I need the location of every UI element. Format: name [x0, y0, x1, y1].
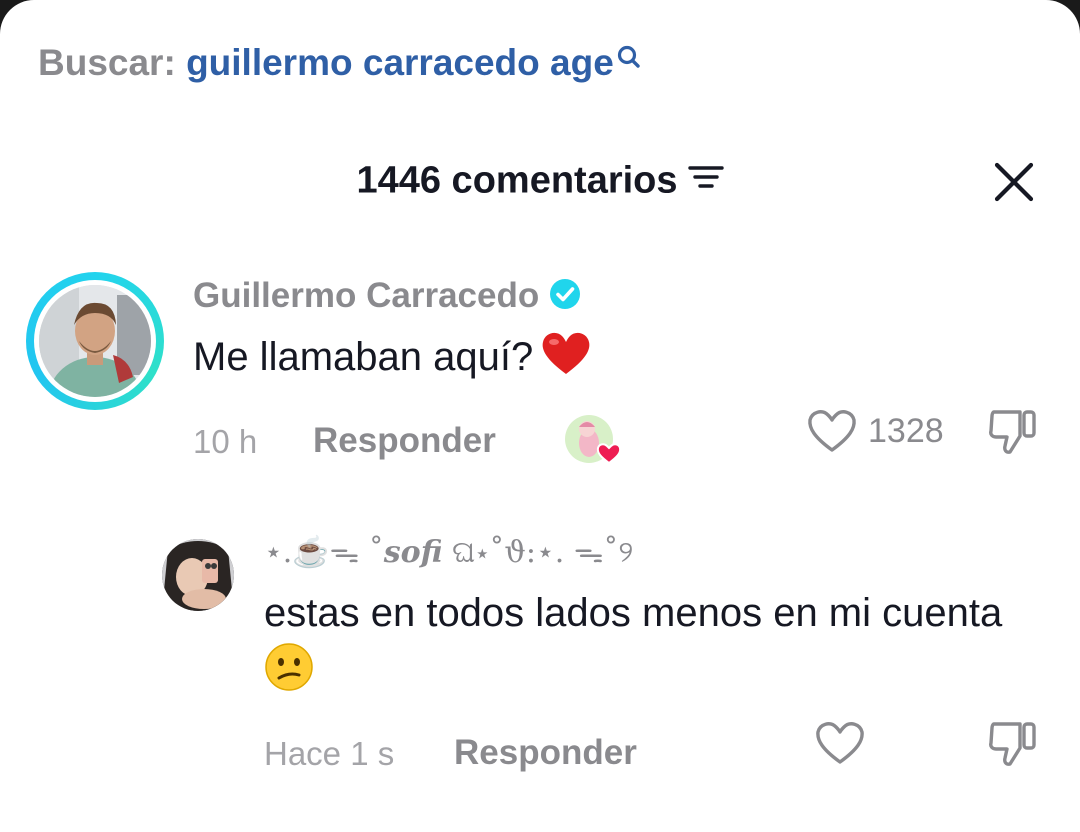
avatar-border — [34, 280, 156, 402]
comments-count-title: 1446 comentarios — [356, 159, 678, 202]
like-button[interactable] — [806, 408, 858, 459]
thumbs-down-icon — [989, 722, 1036, 766]
liked-by-creator-badge — [563, 413, 627, 467]
search-label: Buscar: — [38, 42, 176, 83]
filter-icon[interactable] — [687, 159, 724, 202]
search-icon[interactable] — [616, 42, 642, 72]
comment-time: 10 h — [193, 423, 258, 460]
reply-like-button[interactable] — [814, 720, 866, 771]
thumbs-down-icon — [989, 410, 1036, 454]
avatar-photo — [39, 285, 151, 397]
reply-button[interactable]: Responder — [313, 421, 496, 461]
heart-outline-icon — [808, 410, 856, 452]
reply-author-name[interactable]: sofi — [384, 535, 443, 570]
reply-reply-button[interactable]: Responder — [454, 733, 637, 773]
reply-author-suffix: ଘ⋆˚ϑ:⋆. ᯓ˚୨ — [442, 535, 634, 570]
creator-avatar[interactable] — [26, 272, 164, 410]
verified-badge-icon — [549, 278, 581, 319]
reply-author-prefix: ⋆.☕️ᯓ ˚ — [264, 535, 384, 570]
heart-outline-icon — [816, 722, 864, 764]
confused-face-emoji-icon — [264, 642, 314, 708]
reply-text: estas en todos lados menos en mi cuenta — [264, 585, 1024, 708]
reply-body: estas en todos lados menos en mi cuenta — [264, 591, 1003, 635]
search-query[interactable]: guillermo carracedo age — [186, 42, 614, 83]
reply-avatar[interactable] — [162, 539, 234, 611]
comments-sheet: Buscar: guillermo carracedo age 1446 com… — [0, 0, 1080, 832]
like-count: 1328 — [868, 412, 944, 450]
close-icon — [994, 162, 1034, 202]
author-name[interactable]: Guillermo Carracedo — [193, 276, 539, 315]
search-suggestion[interactable]: Buscar: guillermo carracedo age — [38, 42, 642, 84]
comment-body: Me llamaban aquí? — [193, 335, 534, 379]
dislike-button[interactable] — [986, 406, 1040, 461]
comment-author[interactable]: Guillermo Carracedo — [193, 276, 581, 319]
reply-author[interactable]: ⋆.☕️ᯓ ˚sofi ଘ⋆˚ϑ:⋆. ᯓ˚୨ — [264, 530, 633, 571]
reply-dislike-button[interactable] — [986, 718, 1040, 773]
heart-emoji-icon — [541, 330, 591, 386]
comment-text: Me llamaban aquí? — [193, 330, 591, 386]
close-button[interactable] — [988, 160, 1040, 206]
comments-header: 1446 comentarios — [0, 158, 1080, 202]
reply-time: Hace 1 s — [264, 735, 395, 772]
